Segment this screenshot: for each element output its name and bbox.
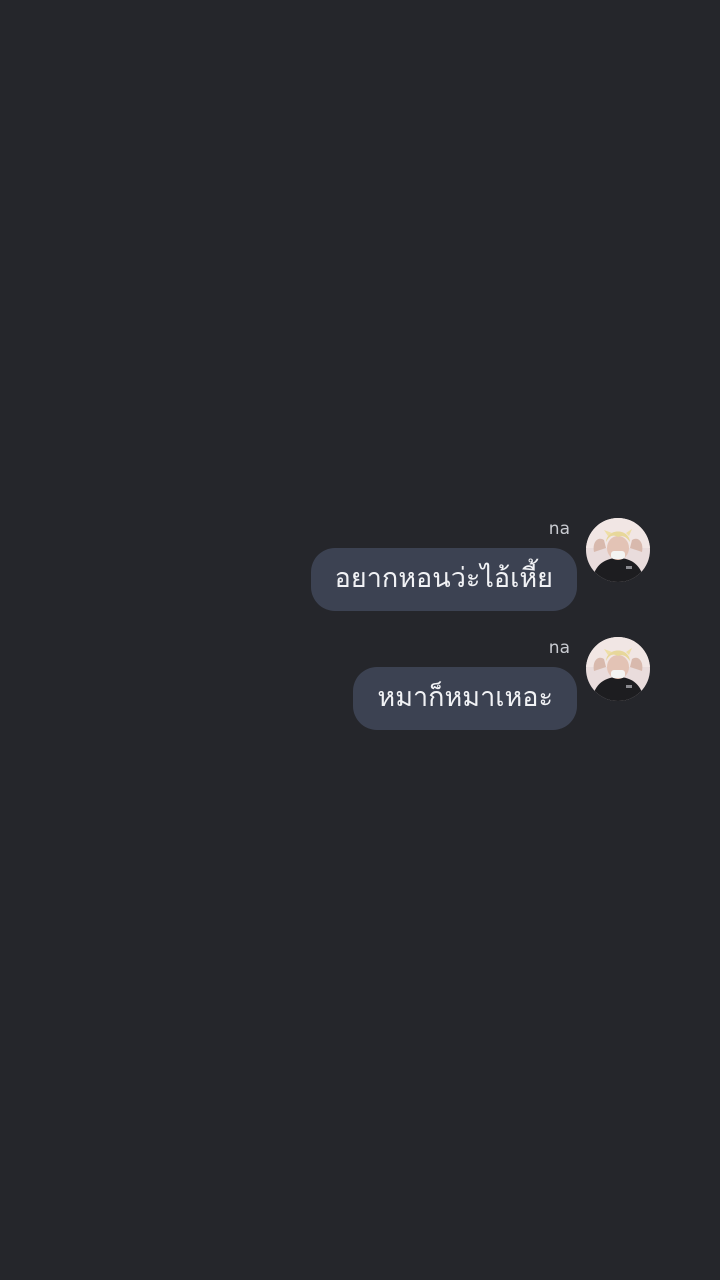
- message-content: na อยากหอนว่ะไอ้เหี้ย: [310, 519, 577, 611]
- avatar[interactable]: [586, 518, 650, 582]
- message-content: na หมาก็หมาเหอะ: [353, 638, 577, 730]
- message-bubble[interactable]: อยากหอนว่ะไอ้เหี้ย: [310, 548, 577, 611]
- user-avatar-icon: [586, 637, 650, 701]
- message-row: na อยากหอนว่ะไอ้เหี้ย: [310, 518, 650, 611]
- avatar[interactable]: [586, 637, 650, 701]
- sender-name: na: [548, 519, 570, 539]
- message-row: na หมาก็หมาเหอะ: [353, 637, 650, 730]
- sender-name: na: [548, 638, 570, 658]
- message-bubble[interactable]: หมาก็หมาเหอะ: [353, 667, 577, 730]
- user-avatar-icon: [586, 518, 650, 582]
- chat-screen: na อยากหอนว่ะไอ้เหี้ย na หมาก็หมาเหอะ: [0, 0, 720, 1280]
